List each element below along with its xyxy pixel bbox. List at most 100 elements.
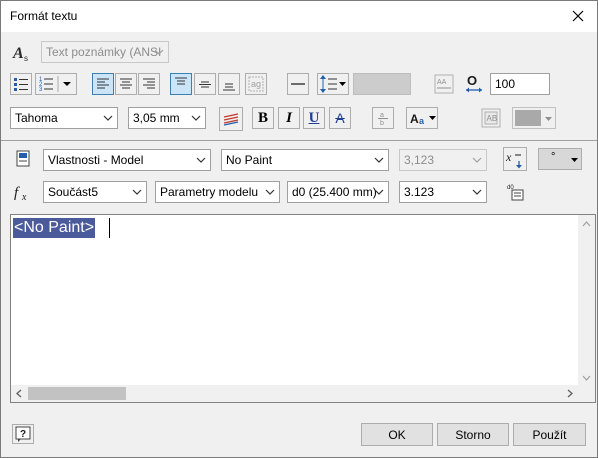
svg-text:O: O (467, 74, 477, 88)
bold-button[interactable]: B (252, 107, 274, 129)
line-spacing-dropdown[interactable] (317, 73, 349, 95)
apply-button[interactable]: Použít (513, 423, 586, 446)
valign-bottom-button[interactable] (218, 73, 240, 95)
svg-text:?: ? (20, 429, 26, 440)
chevron-down-icon (132, 189, 142, 195)
strikethrough-button[interactable]: A (329, 107, 351, 129)
close-icon (572, 10, 584, 22)
scroll-right-icon[interactable] (561, 385, 578, 402)
close-button[interactable] (565, 4, 591, 28)
chevron-down-icon (265, 189, 275, 195)
scrollbar-corner (578, 385, 595, 402)
insert-property-icon: x (505, 150, 522, 169)
horizontal-scroll-thumb[interactable] (28, 387, 126, 400)
svg-text:AA: AA (437, 79, 447, 86)
svg-text:A: A (410, 112, 419, 126)
property-combo[interactable]: No Paint (221, 149, 389, 171)
width-scale-input[interactable]: 100 (490, 73, 550, 95)
ok-button[interactable]: OK (361, 423, 433, 446)
component-combo[interactable]: Součást5 (43, 181, 147, 203)
valign-bottom-icon (223, 83, 235, 91)
cancel-button[interactable]: Storno (437, 423, 509, 446)
stretch-text-button[interactable]: AA (433, 73, 455, 95)
background-color-dropdown[interactable] (512, 107, 556, 129)
horizontal-scrollbar[interactable] (11, 385, 578, 402)
svg-text:ag: ag (251, 79, 261, 89)
align-right-button[interactable] (138, 73, 160, 95)
chevron-down-icon (374, 157, 384, 163)
add-parameter-button[interactable]: d0 (504, 180, 528, 204)
window-title: Formát textu (10, 9, 78, 23)
change-case-icon: A a (410, 112, 436, 126)
svg-text:A: A (12, 45, 24, 62)
parameter-precision-combo[interactable]: 3.123 (399, 181, 487, 203)
align-right-icon (143, 78, 155, 89)
text-background-icon: AB (481, 108, 501, 128)
align-left-button[interactable] (92, 73, 114, 95)
align-left-icon (97, 78, 109, 89)
symbol-value: ° (551, 151, 556, 163)
underline-icon: U (308, 109, 320, 126)
strikethrough-icon: A (335, 110, 345, 126)
title-bar: Formát textu (1, 1, 597, 32)
chevron-down-icon (191, 115, 201, 121)
stack-fraction-icon: a b (378, 112, 388, 126)
numbered-list-dropdown[interactable]: 1 2 3 (35, 73, 77, 95)
chevron-down-icon (472, 157, 482, 163)
color-layers-icon (223, 113, 239, 126)
line-spacing-icon (320, 75, 346, 93)
svg-text:a: a (419, 116, 425, 126)
text-background-button[interactable]: AB (480, 107, 502, 129)
vertical-scrollbar[interactable] (578, 215, 595, 386)
insert-parameter-icon: d0 (507, 185, 524, 201)
symbol-dropdown[interactable]: ° (538, 148, 582, 170)
chevron-down-icon (571, 158, 578, 162)
help-button[interactable]: ? (12, 424, 34, 444)
svg-text:3: 3 (39, 87, 43, 93)
svg-text:AB: AB (487, 114, 498, 123)
svg-text:x: x (21, 192, 27, 203)
text-frame-icon: ag (248, 76, 264, 92)
chevron-down-icon (103, 115, 113, 121)
valign-middle-icon (199, 81, 211, 88)
stack-fraction-button[interactable]: a b (372, 107, 394, 129)
valign-top-button[interactable] (170, 73, 192, 95)
bullet-list-icon (14, 78, 28, 91)
format-text-dialog: Formát textu A s Text poznámky (ANSI 1 2… (0, 0, 598, 458)
svg-text:a: a (380, 112, 384, 119)
align-center-icon (120, 78, 132, 89)
valign-middle-button[interactable] (194, 73, 216, 95)
line-spacing-value-box[interactable] (353, 73, 411, 95)
chevron-down-icon (154, 49, 164, 55)
italic-icon: I (286, 109, 292, 126)
text-frame-button[interactable]: ag (245, 73, 267, 95)
svg-text:f: f (14, 185, 20, 201)
text-style-combo[interactable]: Text poznámky (ANSI (41, 41, 169, 63)
property-source-combo[interactable]: Vlastnosti - Model (43, 149, 211, 171)
add-property-button[interactable]: x (503, 147, 527, 171)
chevron-down-icon (196, 157, 206, 163)
property-precision-combo[interactable]: 3,123 (399, 149, 487, 171)
parameter-type-combo[interactable]: Parametry modelu (155, 181, 280, 203)
stretch-text-icon: AA (434, 74, 454, 94)
svg-text:s: s (24, 54, 28, 63)
text-color-button[interactable] (219, 107, 243, 131)
bullet-list-button[interactable] (10, 73, 32, 95)
font-combo[interactable]: Tahoma (10, 107, 118, 129)
text-caret (109, 218, 110, 238)
numbered-list-icon: 1 2 3 (39, 76, 71, 93)
text-editor[interactable]: <No Paint> (10, 214, 596, 403)
editor-content[interactable]: <No Paint> (13, 218, 96, 238)
font-size-combo[interactable]: 3,05 mm (128, 107, 206, 129)
align-center-button[interactable] (115, 73, 137, 95)
width-scale-icon: O (464, 73, 484, 94)
scroll-left-icon[interactable] (11, 385, 28, 402)
underline-button[interactable]: U (303, 107, 325, 129)
separator (1, 140, 597, 141)
italic-button[interactable]: I (278, 107, 300, 129)
parameter-combo[interactable]: d0 (25.400 mm) (287, 181, 389, 203)
function-icon: f x (13, 183, 37, 203)
line-style-button[interactable] (287, 73, 309, 95)
chevron-down-icon (374, 189, 384, 195)
case-dropdown[interactable]: A a (406, 107, 438, 129)
